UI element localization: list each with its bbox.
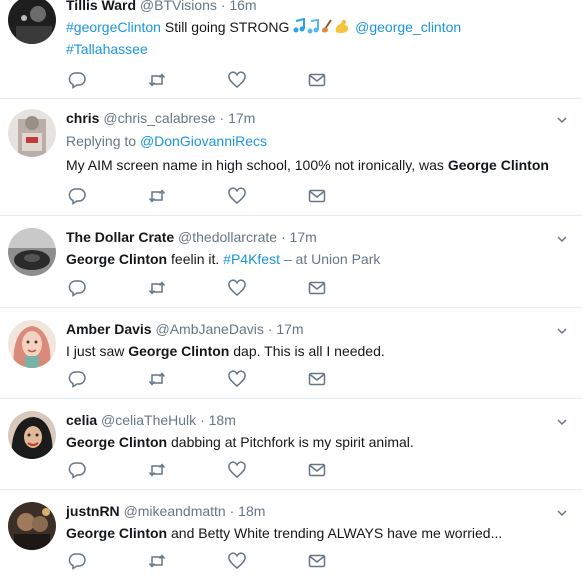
retweet-icon[interactable] (148, 71, 166, 89)
separator-dot: · (229, 503, 235, 519)
heart-icon[interactable] (228, 279, 246, 297)
replying-to: Replying to @DonGiovanniRecs (66, 131, 552, 151)
display-name[interactable]: The Dollar Crate (66, 229, 174, 245)
envelope-icon[interactable] (308, 370, 326, 388)
display-name[interactable]: Amber Davis (66, 321, 152, 337)
display-name[interactable]: justnRN (66, 503, 120, 519)
user-handle[interactable]: @thedollarcrate (178, 229, 277, 245)
highlighted-keyword: George Clinton (128, 343, 230, 359)
chevron-down-icon[interactable] (556, 415, 568, 427)
timestamp[interactable]: 16m (229, 0, 256, 13)
flexed-biceps-emoji-icon (333, 18, 351, 39)
separator-dot: · (219, 110, 225, 126)
tweet-item[interactable]: Tillis Ward @BTVisions · 16m #georgeClin… (0, 0, 582, 99)
avatar[interactable] (8, 320, 56, 368)
separator-dot: · (220, 0, 226, 13)
heart-icon[interactable] (228, 71, 246, 89)
tweet-header: Amber Davis @AmbJaneDavis · 17m (66, 320, 552, 338)
separator-dot: · (267, 321, 273, 337)
heart-icon[interactable] (228, 370, 246, 388)
reply-icon[interactable] (68, 461, 86, 479)
separator-dot: · (280, 229, 286, 245)
tweet-header: The Dollar Crate @thedollarcrate · 17m (66, 228, 552, 246)
highlighted-keyword: George Clinton (66, 434, 168, 450)
reply-icon[interactable] (68, 279, 86, 297)
heart-icon[interactable] (228, 552, 246, 570)
envelope-icon[interactable] (308, 552, 326, 570)
user-handle[interactable]: @BTVisions (140, 0, 217, 13)
tweet-text: My AIM screen name in high school, 100% … (66, 155, 552, 175)
highlighted-keyword: George Clinton (447, 157, 549, 173)
retweet-icon[interactable] (148, 370, 166, 388)
tweet-header: justnRN @mikeandmattn · 18m (66, 502, 552, 520)
tweet-header: celia @celiaTheHulk · 18m (66, 411, 552, 429)
heart-icon[interactable] (228, 461, 246, 479)
user-handle[interactable]: @AmbJaneDavis (155, 321, 263, 337)
tweet-text-segment: feelin it. (167, 251, 224, 267)
timestamp[interactable]: 18m (209, 412, 236, 428)
reply-icon[interactable] (68, 71, 86, 89)
chevron-down-icon[interactable] (556, 113, 568, 125)
user-handle[interactable]: @mikeandmattn (124, 503, 226, 519)
tweet-item[interactable]: justnRN @mikeandmattn · 18m George Clint… (0, 490, 582, 584)
chevron-down-icon[interactable] (556, 506, 568, 518)
timestamp[interactable]: 17m (228, 110, 255, 126)
retweet-icon[interactable] (148, 461, 166, 479)
envelope-icon[interactable] (308, 279, 326, 297)
tweet-item[interactable]: chris @chris_calabrese · 17m Replying to… (0, 99, 582, 216)
retweet-icon[interactable] (148, 552, 166, 570)
avatar[interactable] (8, 411, 56, 459)
mention-link[interactable]: @george_clinton (355, 19, 461, 35)
tweet-item[interactable]: Amber Davis @AmbJaneDavis · 17m I just s… (0, 308, 582, 399)
replying-to-label: Replying to (66, 133, 140, 149)
envelope-icon[interactable] (308, 461, 326, 479)
tweet-text: George Clinton and Betty White trending … (66, 523, 552, 543)
retweet-icon[interactable] (148, 187, 166, 205)
user-handle[interactable]: @celiaTheHulk (101, 412, 196, 428)
tweet-text-segment: My AIM screen name in high school, 100% … (66, 157, 448, 173)
tweet-text-segment: Still going STRONG (160, 19, 294, 35)
tweet-item[interactable]: celia @celiaTheHulk · 18m George Clinton… (0, 399, 582, 490)
reply-icon[interactable] (68, 552, 86, 570)
heart-icon[interactable] (228, 187, 246, 205)
timestamp[interactable]: 18m (238, 503, 265, 519)
tweet-text: I just saw George Clinton dap. This is a… (66, 341, 552, 361)
musical-notes-emoji-icon (293, 17, 333, 39)
highlighted-keyword: George Clinton (66, 251, 168, 267)
retweet-icon[interactable] (148, 279, 166, 297)
tweet-text: George Clinton dabbing at Pitchfork is m… (66, 432, 552, 452)
avatar[interactable] (8, 502, 56, 550)
hashtag-link[interactable]: #Tallahassee (66, 41, 148, 57)
reply-icon[interactable] (68, 187, 86, 205)
tweet-text-segment: dabbing at Pitchfork is my spirit animal… (167, 434, 414, 450)
tweet-text: George Clinton feelin it. #P4Kfest – at … (66, 249, 552, 269)
envelope-icon[interactable] (308, 71, 326, 89)
reply-mention-link[interactable]: @DonGiovanniRecs (140, 133, 267, 149)
hashtag-link[interactable]: #P4Kfest (223, 251, 280, 267)
tweet-text: #georgeClinton Still going STRONG @georg… (66, 17, 552, 59)
display-name[interactable]: celia (66, 412, 97, 428)
tweet-header: chris @chris_calabrese · 17m (66, 109, 552, 127)
user-handle[interactable]: @chris_calabrese (103, 110, 215, 126)
location-text[interactable]: – at Union Park (280, 251, 381, 267)
tweet-text-segment: and Betty White trending ALWAYS have me … (167, 525, 503, 541)
envelope-icon[interactable] (308, 187, 326, 205)
avatar[interactable] (8, 109, 56, 157)
chevron-down-icon[interactable] (556, 324, 568, 336)
avatar[interactable] (8, 0, 56, 44)
hashtag-link[interactable]: #georgeClinton (66, 19, 161, 35)
chevron-down-icon[interactable] (556, 232, 568, 244)
tweet-text-segment: dap. This is all I needed. (229, 343, 385, 359)
avatar[interactable] (8, 228, 56, 276)
reply-icon[interactable] (68, 370, 86, 388)
separator-dot: · (200, 412, 205, 428)
tweet-text-segment: I just saw (66, 343, 129, 359)
highlighted-keyword: George Clinton (66, 525, 168, 541)
tweet-header: Tillis Ward @BTVisions · 16m (66, 0, 552, 14)
display-name[interactable]: Tillis Ward (66, 0, 136, 13)
tweet-item[interactable]: The Dollar Crate @thedollarcrate · 17m G… (0, 216, 582, 308)
display-name[interactable]: chris (66, 110, 99, 126)
timestamp[interactable]: 17m (290, 229, 317, 245)
timestamp[interactable]: 17m (276, 321, 303, 337)
